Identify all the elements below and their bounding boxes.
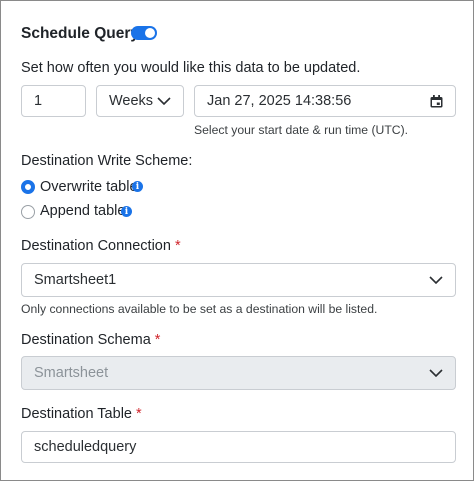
- destination-schema-select: Smartsheet: [21, 356, 456, 390]
- destination-connection-label: Destination Connection *: [21, 238, 181, 254]
- schedule-query-toggle[interactable]: [131, 26, 157, 40]
- radio-overwrite-table[interactable]: [21, 180, 35, 194]
- destination-table-label-text: Destination Table: [21, 406, 132, 422]
- schedule-query-panel: Schedule Query Set how often you would l…: [0, 0, 474, 481]
- overwrite-table-label[interactable]: Overwrite table: [40, 179, 138, 195]
- calendar-icon[interactable]: [430, 95, 443, 108]
- start-datetime-input[interactable]: Jan 27, 2025 14:38:56: [194, 85, 456, 117]
- write-scheme-label: Destination Write Scheme:: [21, 153, 193, 169]
- toggle-knob: [145, 28, 155, 38]
- chevron-down-icon: [157, 97, 171, 105]
- destination-table-input[interactable]: scheduledquery: [21, 431, 456, 463]
- start-datetime-hint: Select your start date & run time (UTC).: [194, 123, 409, 137]
- destination-connection-select[interactable]: Smartsheet1: [21, 263, 456, 297]
- destination-schema-label-text: Destination Schema: [21, 332, 151, 348]
- interval-value-input[interactable]: 1: [21, 85, 86, 117]
- interval-unit-text: Weeks: [109, 93, 154, 109]
- radio-append-table[interactable]: [21, 205, 35, 219]
- interval-unit-select[interactable]: Weeks: [96, 85, 184, 117]
- append-table-label[interactable]: Append table: [40, 203, 125, 219]
- schedule-description: Set how often you would like this data t…: [21, 60, 361, 76]
- schedule-query-title: Schedule Query: [21, 25, 140, 42]
- destination-schema-value: Smartsheet: [34, 365, 109, 381]
- required-mark: *: [174, 238, 181, 254]
- chevron-down-icon: [429, 369, 443, 377]
- required-mark: *: [154, 332, 161, 348]
- info-icon[interactable]: i: [132, 181, 143, 192]
- interval-value-text: 1: [34, 93, 43, 109]
- destination-connection-label-text: Destination Connection: [21, 238, 171, 254]
- info-icon[interactable]: i: [121, 206, 132, 217]
- required-mark: *: [135, 406, 142, 422]
- destination-connection-hint: Only connections available to be set as …: [21, 302, 378, 316]
- destination-table-label: Destination Table *: [21, 406, 142, 422]
- destination-table-value: scheduledquery: [34, 439, 137, 455]
- chevron-down-icon: [429, 276, 443, 284]
- destination-schema-label: Destination Schema *: [21, 332, 160, 348]
- destination-connection-value: Smartsheet1: [34, 272, 117, 288]
- start-datetime-text: Jan 27, 2025 14:38:56: [207, 93, 352, 109]
